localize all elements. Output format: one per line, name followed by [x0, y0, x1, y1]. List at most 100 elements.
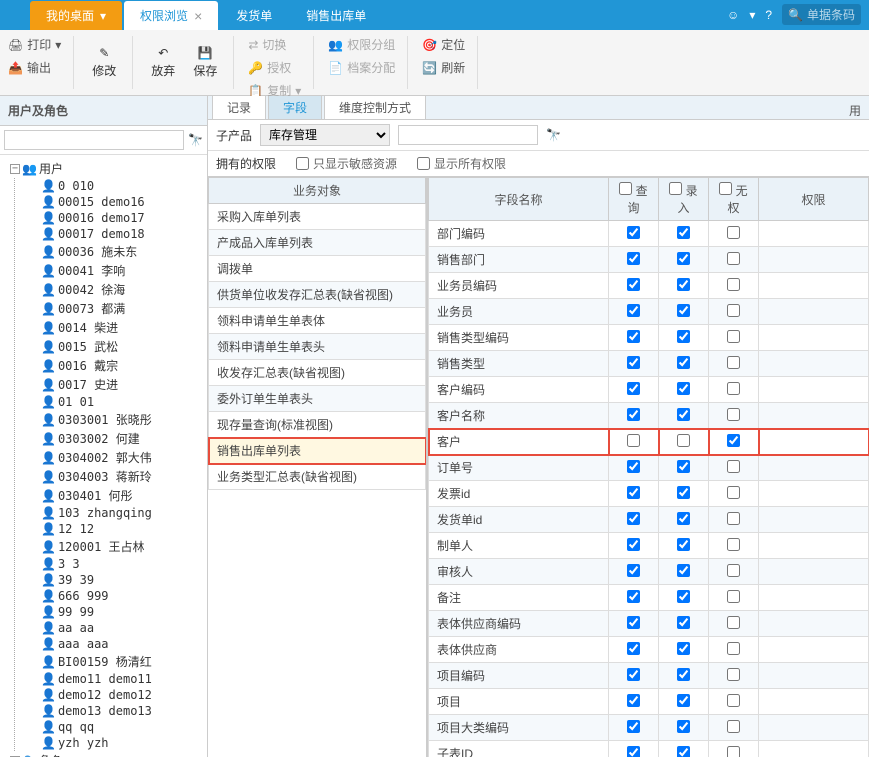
query-checkbox[interactable] [627, 382, 640, 395]
field-row[interactable]: 业务员编码 [429, 273, 869, 299]
sub-product-select[interactable]: 库存管理 [260, 124, 390, 146]
export-button[interactable]: 📤输出 [8, 59, 61, 76]
field-row[interactable]: 发货单id [429, 507, 869, 533]
refresh-button[interactable]: 🔄刷新 [422, 59, 465, 76]
noperm-checkbox[interactable] [727, 616, 740, 629]
tree-user-item[interactable]: 👤 00042 徐海 [33, 280, 205, 299]
tree-user-item[interactable]: 👤 00041 李响 [33, 261, 205, 280]
tab-shipping[interactable]: 发货单 [220, 1, 288, 30]
query-checkbox[interactable] [627, 434, 640, 447]
business-object-row[interactable]: 供货单位收发存汇总表(缺省视图) [209, 282, 426, 308]
noperm-checkbox[interactable] [727, 226, 740, 239]
print-button[interactable]: 🖨打印 ▾ [8, 36, 61, 53]
entry-checkbox[interactable] [677, 538, 690, 551]
field-row[interactable]: 项目 [429, 689, 869, 715]
field-row[interactable]: 业务员 [429, 299, 869, 325]
query-checkbox[interactable] [627, 512, 640, 525]
field-row[interactable]: 备注 [429, 585, 869, 611]
query-checkbox[interactable] [627, 278, 640, 291]
entry-checkbox[interactable] [677, 460, 690, 473]
business-object-row[interactable]: 调拨单 [209, 256, 426, 282]
tree-user-item[interactable]: 👤 demo13 demo13 [33, 703, 205, 719]
entry-checkbox[interactable] [677, 668, 690, 681]
filter-input[interactable] [398, 125, 538, 145]
tree-user-item[interactable]: 👤 demo12 demo12 [33, 687, 205, 703]
tree-user-item[interactable]: 👤 103 zhangqing [33, 505, 205, 521]
tab-sales-out[interactable]: 销售出库单 [290, 1, 382, 30]
business-object-row[interactable]: 产成品入库单列表 [209, 230, 426, 256]
entry-checkbox[interactable] [677, 694, 690, 707]
field-row[interactable]: 订单号 [429, 455, 869, 481]
tree-user-item[interactable]: 👤 aa aa [33, 620, 205, 636]
subtab-dimension[interactable]: 维度控制方式 [324, 96, 426, 119]
switch-button[interactable]: ⇄切换 [248, 36, 301, 53]
noperm-checkbox[interactable] [727, 486, 740, 499]
tree-user-item[interactable]: 👤 666 999 [33, 588, 205, 604]
tree-user-item[interactable]: 👤 0304002 郭大伟 [33, 448, 205, 467]
modify-button[interactable]: ✎修改 [88, 46, 120, 79]
query-checkbox[interactable] [627, 694, 640, 707]
close-icon[interactable]: × [194, 8, 202, 24]
query-checkbox[interactable] [627, 460, 640, 473]
noperm-checkbox[interactable] [727, 408, 740, 421]
entry-checkbox[interactable] [677, 564, 690, 577]
field-permission-table[interactable]: 字段名称 查询 录入 无权 权限 部门编码销售部门业务员编码业务员销售类型编码销… [428, 177, 869, 757]
tree-user-item[interactable]: 👤 39 39 [33, 572, 205, 588]
tree-user-item[interactable]: 👤 00073 都满 [33, 299, 205, 318]
tree-user-item[interactable]: 👤 00015 demo16 [33, 194, 205, 210]
subtab-record[interactable]: 记录 [212, 96, 266, 119]
tree-user-item[interactable]: 👤 3 3 [33, 556, 205, 572]
field-row[interactable]: 审核人 [429, 559, 869, 585]
col-query[interactable]: 查询 [609, 178, 659, 221]
field-row[interactable]: 制单人 [429, 533, 869, 559]
field-row[interactable]: 表体供应商编码 [429, 611, 869, 637]
locate-button[interactable]: 🎯定位 [422, 36, 465, 53]
noperm-checkbox[interactable] [727, 382, 740, 395]
tree-user-item[interactable]: 👤 030401 何彤 [33, 486, 205, 505]
tab-desktop[interactable]: 我的桌面▾ [30, 1, 122, 30]
field-row[interactable]: 项目大类编码 [429, 715, 869, 741]
field-row[interactable]: 项目编码 [429, 663, 869, 689]
tree-user-item[interactable]: 👤 BI00159 杨清红 [33, 652, 205, 671]
business-object-row[interactable]: 业务类型汇总表(缺省视图) [209, 464, 426, 490]
business-object-table[interactable]: 业务对象 采购入库单列表产成品入库单列表调拨单供货单位收发存汇总表(缺省视图)领… [208, 177, 426, 490]
business-object-row[interactable]: 委外订单生单表头 [209, 386, 426, 412]
col-noperm[interactable]: 无权 [709, 178, 759, 221]
tree-user-item[interactable]: 👤 0303001 张晓彤 [33, 410, 205, 429]
entry-checkbox[interactable] [677, 434, 690, 447]
query-checkbox[interactable] [627, 590, 640, 603]
field-row[interactable]: 表体供应商 [429, 637, 869, 663]
noperm-checkbox[interactable] [727, 252, 740, 265]
noperm-checkbox[interactable] [727, 746, 740, 757]
query-checkbox[interactable] [627, 642, 640, 655]
entry-checkbox[interactable] [677, 356, 690, 369]
noperm-checkbox[interactable] [727, 434, 740, 447]
noperm-checkbox[interactable] [727, 330, 740, 343]
tree-user-item[interactable]: 👤 0304003 蒋新玲 [33, 467, 205, 486]
noperm-checkbox[interactable] [727, 694, 740, 707]
entry-checkbox[interactable] [677, 616, 690, 629]
doc-assign-button[interactable]: 📄档案分配 [328, 59, 395, 76]
collapse-icon[interactable]: − [10, 164, 20, 174]
tree-root-users[interactable]: − 👥 用户 [2, 159, 205, 178]
entry-checkbox[interactable] [677, 590, 690, 603]
sensitive-checkbox[interactable]: 只显示敏感资源 [296, 155, 397, 172]
binoculars-icon[interactable]: 🔭 [546, 128, 561, 142]
tree-user-item[interactable]: 👤 99 99 [33, 604, 205, 620]
entry-checkbox[interactable] [677, 408, 690, 421]
field-row[interactable]: 销售部门 [429, 247, 869, 273]
entry-checkbox[interactable] [677, 382, 690, 395]
query-checkbox[interactable] [627, 486, 640, 499]
tree-user-item[interactable]: 👤 0016 戴宗 [33, 356, 205, 375]
query-checkbox[interactable] [627, 746, 640, 757]
smile-icon[interactable]: ☺ [727, 8, 739, 22]
entry-checkbox[interactable] [677, 642, 690, 655]
tree-user-item[interactable]: 👤 yzh yzh [33, 735, 205, 751]
query-checkbox[interactable] [627, 304, 640, 317]
query-checkbox[interactable] [627, 252, 640, 265]
tree-user-item[interactable]: 👤 00017 demo18 [33, 226, 205, 242]
save-button[interactable]: 💾保存 [189, 46, 221, 79]
entry-checkbox[interactable] [677, 304, 690, 317]
tree-user-item[interactable]: 👤 00036 施未东 [33, 242, 205, 261]
tree-user-item[interactable]: 👤 0014 柴进 [33, 318, 205, 337]
